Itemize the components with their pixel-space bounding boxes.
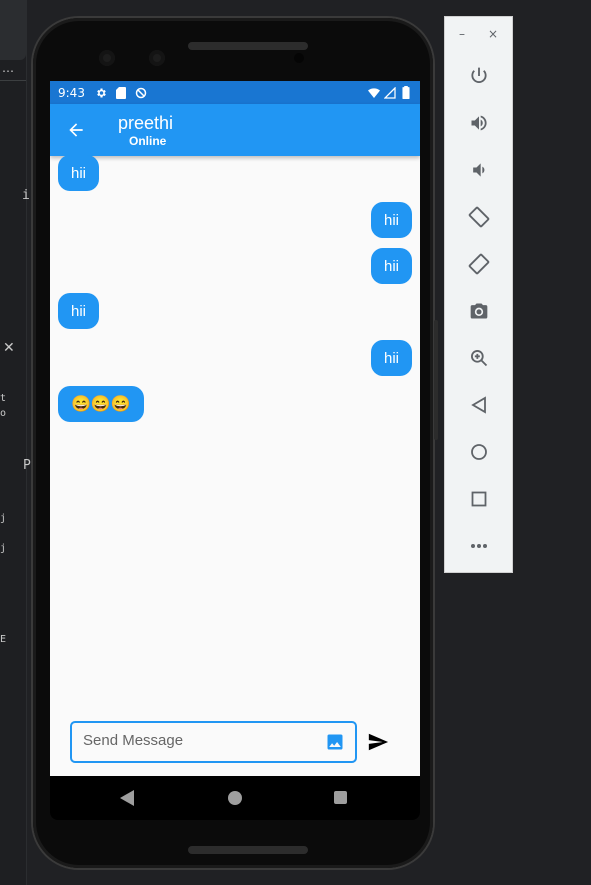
volume-up-icon xyxy=(471,115,487,131)
emulator-toolbar: – × xyxy=(444,16,513,573)
volume-down-button[interactable] xyxy=(466,157,492,183)
camera-icon xyxy=(470,303,488,319)
nav-back-icon[interactable] xyxy=(120,790,134,806)
ide-text: t xyxy=(0,393,7,404)
zoom-icon xyxy=(471,350,488,367)
ide-text: o xyxy=(0,408,7,419)
ide-close-icon[interactable]: ✕ xyxy=(3,340,15,356)
rotate-right-button[interactable] xyxy=(466,251,492,277)
screenshot-button[interactable] xyxy=(466,298,492,324)
ide-text: E xyxy=(0,634,7,645)
sd-card-icon xyxy=(115,86,127,99)
status-time: 9:43 xyxy=(58,85,85,100)
message-input[interactable] xyxy=(81,727,315,753)
rotate-left-button[interactable] xyxy=(466,204,492,230)
message-bubble-sent[interactable]: hii xyxy=(370,202,412,238)
minimize-button[interactable]: – xyxy=(459,27,465,41)
message-bubble-received[interactable]: hii xyxy=(58,293,100,329)
message-input-box xyxy=(70,721,357,763)
power-button[interactable] xyxy=(466,63,492,89)
ide-text: j xyxy=(0,513,7,524)
send-icon[interactable] xyxy=(366,731,390,753)
side-button xyxy=(434,320,438,440)
message-bubble-received[interactable]: 😄😄😄 xyxy=(58,386,144,422)
message-bubble-sent[interactable]: hii xyxy=(370,248,412,284)
nav-recents-icon[interactable] xyxy=(334,791,347,804)
settings-icon xyxy=(95,87,107,99)
do-not-disturb-icon xyxy=(135,87,147,99)
app-bar: preethi Online xyxy=(50,104,420,156)
front-sensor xyxy=(149,50,165,66)
ide-panel: ⋯ ✕ t o ic P j j E xyxy=(0,0,38,885)
proximity-sensor xyxy=(294,53,304,63)
volume-down-icon xyxy=(473,163,485,177)
back-button[interactable] xyxy=(466,392,492,418)
chat-status: Online xyxy=(129,134,167,148)
status-bar: 9:43 xyxy=(50,81,420,104)
earpiece xyxy=(188,42,308,50)
more-button[interactable] xyxy=(466,533,492,559)
signal-icon xyxy=(384,86,396,99)
rotate-right-icon xyxy=(468,253,490,275)
back-icon xyxy=(471,396,486,414)
power-icon xyxy=(471,67,487,83)
ide-text: P xyxy=(23,458,31,473)
home-icon xyxy=(471,444,487,460)
ide-mid-panel xyxy=(0,80,26,331)
rotate-left-icon xyxy=(468,206,490,228)
front-camera xyxy=(99,50,115,66)
overview-icon xyxy=(471,491,487,507)
nav-home-icon[interactable] xyxy=(228,791,242,805)
back-arrow-icon[interactable] xyxy=(66,120,86,140)
chat-title: preethi xyxy=(118,113,174,133)
ide-more-icon[interactable]: ⋯ xyxy=(2,64,14,78)
home-button[interactable] xyxy=(466,439,492,465)
android-nav-bar xyxy=(50,776,420,820)
image-attach-icon[interactable] xyxy=(325,732,345,752)
close-button[interactable]: × xyxy=(488,27,498,41)
ide-top-panel xyxy=(0,0,26,60)
battery-icon xyxy=(400,86,412,99)
bottom-speaker xyxy=(188,846,308,854)
phone-screen: 9:43 preethi Online hii hii hii hii hii … xyxy=(50,81,420,776)
ide-text: j xyxy=(0,543,7,554)
more-icon xyxy=(471,544,487,548)
message-bubble-received[interactable]: hii xyxy=(58,155,100,191)
message-bubble-sent[interactable]: hii xyxy=(370,340,412,376)
wifi-icon xyxy=(368,87,380,99)
volume-up-button[interactable] xyxy=(466,110,492,136)
overview-button[interactable] xyxy=(466,486,492,512)
zoom-button[interactable] xyxy=(466,345,492,371)
